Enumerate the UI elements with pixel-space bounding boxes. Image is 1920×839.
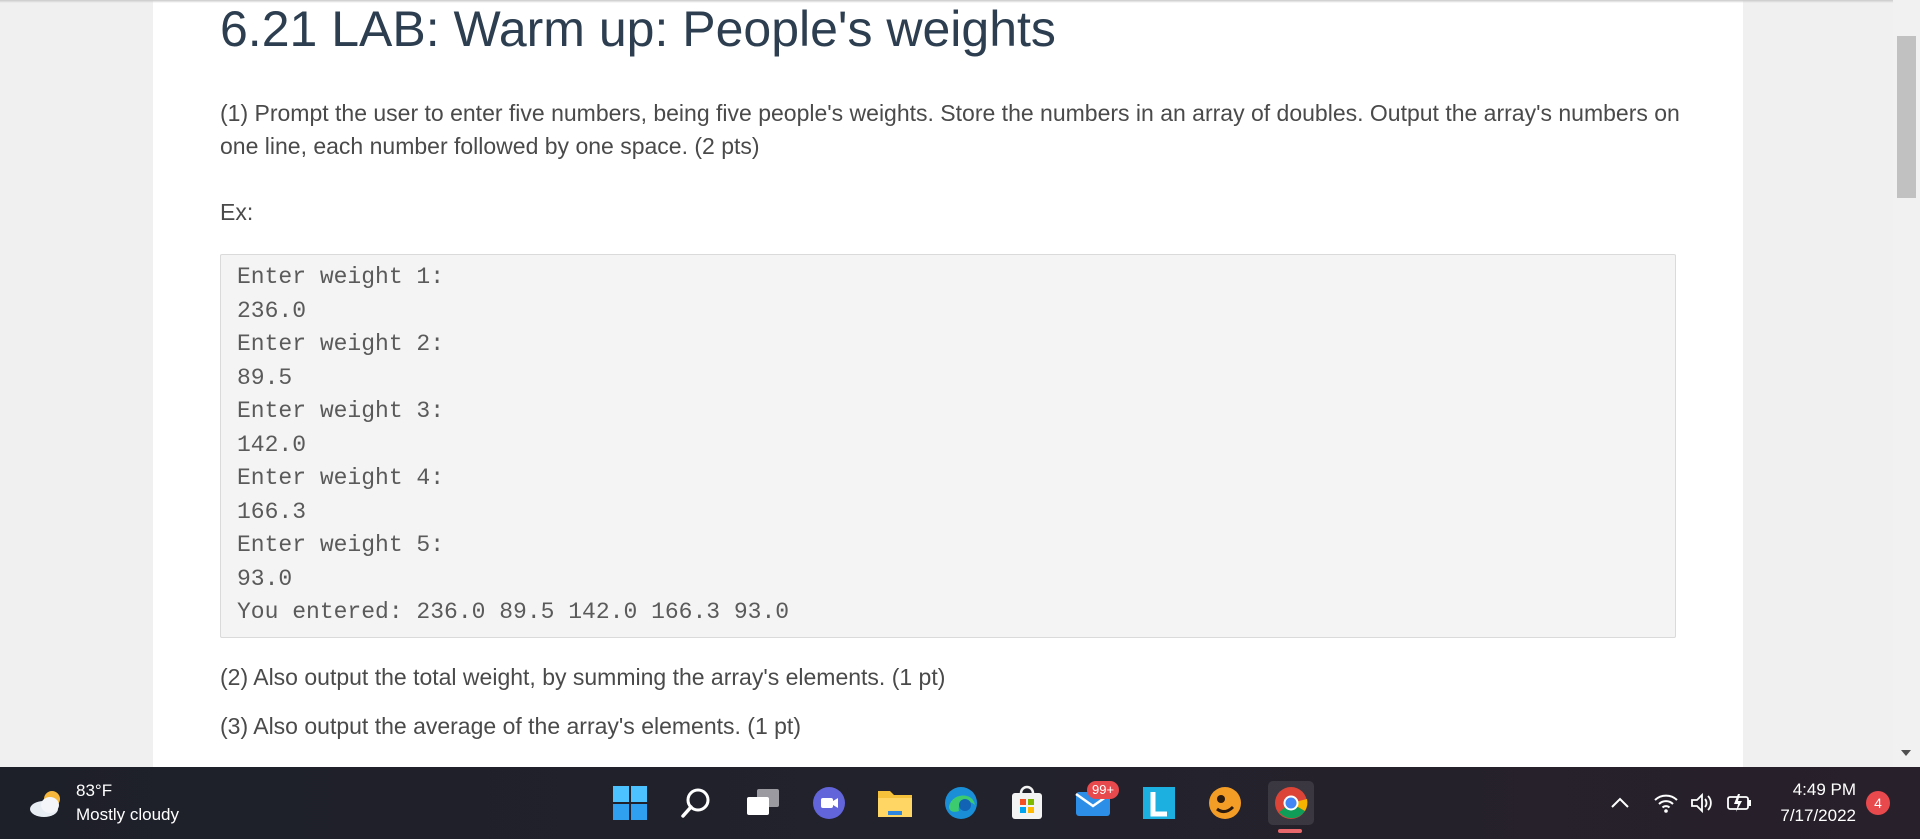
partly-cloudy-icon bbox=[30, 791, 60, 817]
instruction-part-1: (1) Prompt the user to enter five number… bbox=[220, 100, 1680, 159]
active-app-indicator bbox=[1278, 829, 1302, 833]
game-app-icon[interactable] bbox=[1203, 781, 1247, 825]
weather-widget[interactable]: 83°F Mostly cloudy bbox=[28, 767, 208, 839]
file-explorer-icon[interactable] bbox=[873, 781, 917, 825]
l-app-icon[interactable] bbox=[1137, 781, 1181, 825]
wifi-icon[interactable] bbox=[1646, 781, 1686, 825]
vertical-scrollbar[interactable] bbox=[1893, 0, 1920, 767]
browser-page: 6.21 LAB: Warm up: People's weights (1) … bbox=[0, 0, 1920, 767]
code-line: Enter weight 4: bbox=[237, 465, 445, 491]
start-icon[interactable] bbox=[608, 781, 652, 825]
example-code-block: Enter weight 1: 236.0 Enter weight 2: 89… bbox=[220, 254, 1676, 638]
taskbar: 83°F Mostly cloudy 99+ 4:49 PM 7/17/2022… bbox=[0, 767, 1920, 839]
weather-temperature: 83°F bbox=[76, 781, 113, 800]
code-line: 166.3 bbox=[237, 499, 307, 525]
store-icon[interactable] bbox=[1005, 781, 1049, 825]
chevron-up-icon[interactable] bbox=[1598, 781, 1642, 825]
mail-unread-badge: 99+ bbox=[1087, 781, 1120, 799]
example-label: Ex: bbox=[220, 199, 254, 225]
edge-icon[interactable] bbox=[939, 781, 983, 825]
clock-date[interactable]: 7/17/2022 bbox=[1756, 806, 1856, 826]
page-title: 6.21 LAB: Warm up: People's weights bbox=[220, 1, 1056, 57]
code-line: 93.0 bbox=[237, 566, 293, 592]
scrollbar-thumb[interactable] bbox=[1897, 36, 1916, 198]
code-line: Enter weight 5: bbox=[237, 532, 445, 558]
search-icon[interactable] bbox=[674, 781, 718, 825]
notification-count-badge[interactable]: 4 bbox=[1866, 791, 1890, 815]
code-line: Enter weight 1: bbox=[237, 264, 445, 290]
chrome-icon[interactable] bbox=[1268, 781, 1314, 825]
code-line: 142.0 bbox=[237, 432, 307, 458]
code-line: Enter weight 3: bbox=[237, 398, 445, 424]
volume-icon[interactable] bbox=[1682, 781, 1722, 825]
code-line: 236.0 bbox=[237, 298, 307, 324]
chat-icon[interactable] bbox=[807, 781, 851, 825]
instruction-part-3: (3) Also output the average of the array… bbox=[220, 713, 801, 739]
weather-description: Mostly cloudy bbox=[76, 805, 179, 824]
clock-time[interactable]: 4:49 PM bbox=[1770, 780, 1856, 800]
instruction-part-2: (2) Also output the total weight, by sum… bbox=[220, 664, 946, 690]
task-view-icon[interactable] bbox=[741, 781, 785, 825]
scroll-down-arrow-icon[interactable] bbox=[1901, 750, 1911, 756]
code-line: Enter weight 2: bbox=[237, 331, 445, 357]
code-line: You entered: 236.0 89.5 142.0 166.3 93.0 bbox=[237, 599, 790, 625]
code-line: 89.5 bbox=[237, 365, 293, 391]
